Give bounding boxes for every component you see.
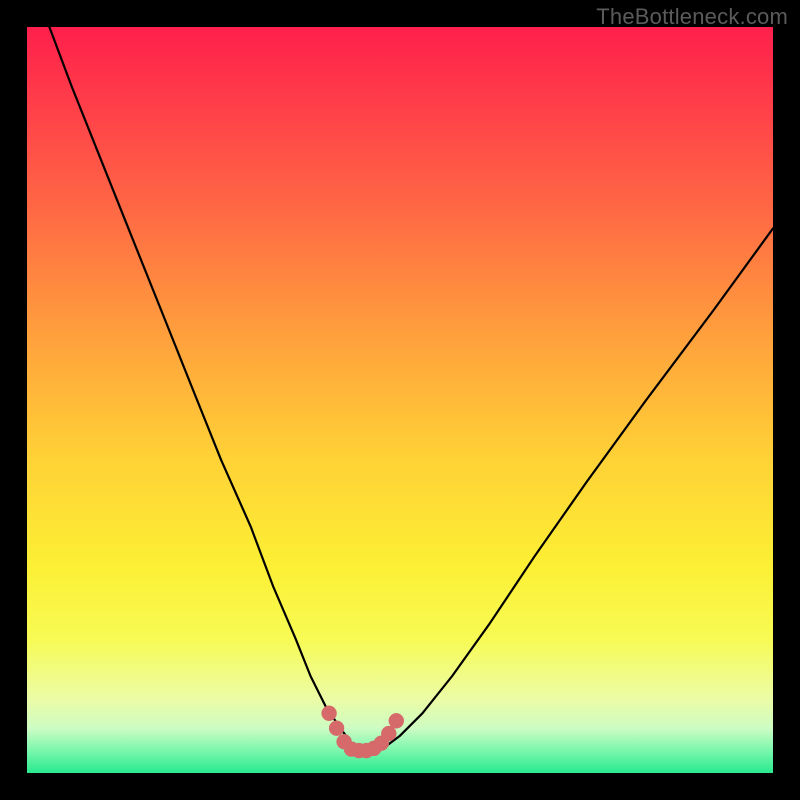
watermark-text: TheBottleneck.com xyxy=(596,4,788,30)
plot-area xyxy=(27,27,773,773)
valley-marker xyxy=(381,726,396,741)
chart-frame: TheBottleneck.com xyxy=(0,0,800,800)
valley-marker xyxy=(389,713,404,728)
valley-markers xyxy=(322,706,404,758)
bottleneck-curve xyxy=(49,27,773,751)
valley-marker xyxy=(322,706,337,721)
curve-svg xyxy=(27,27,773,773)
valley-marker xyxy=(329,721,344,736)
